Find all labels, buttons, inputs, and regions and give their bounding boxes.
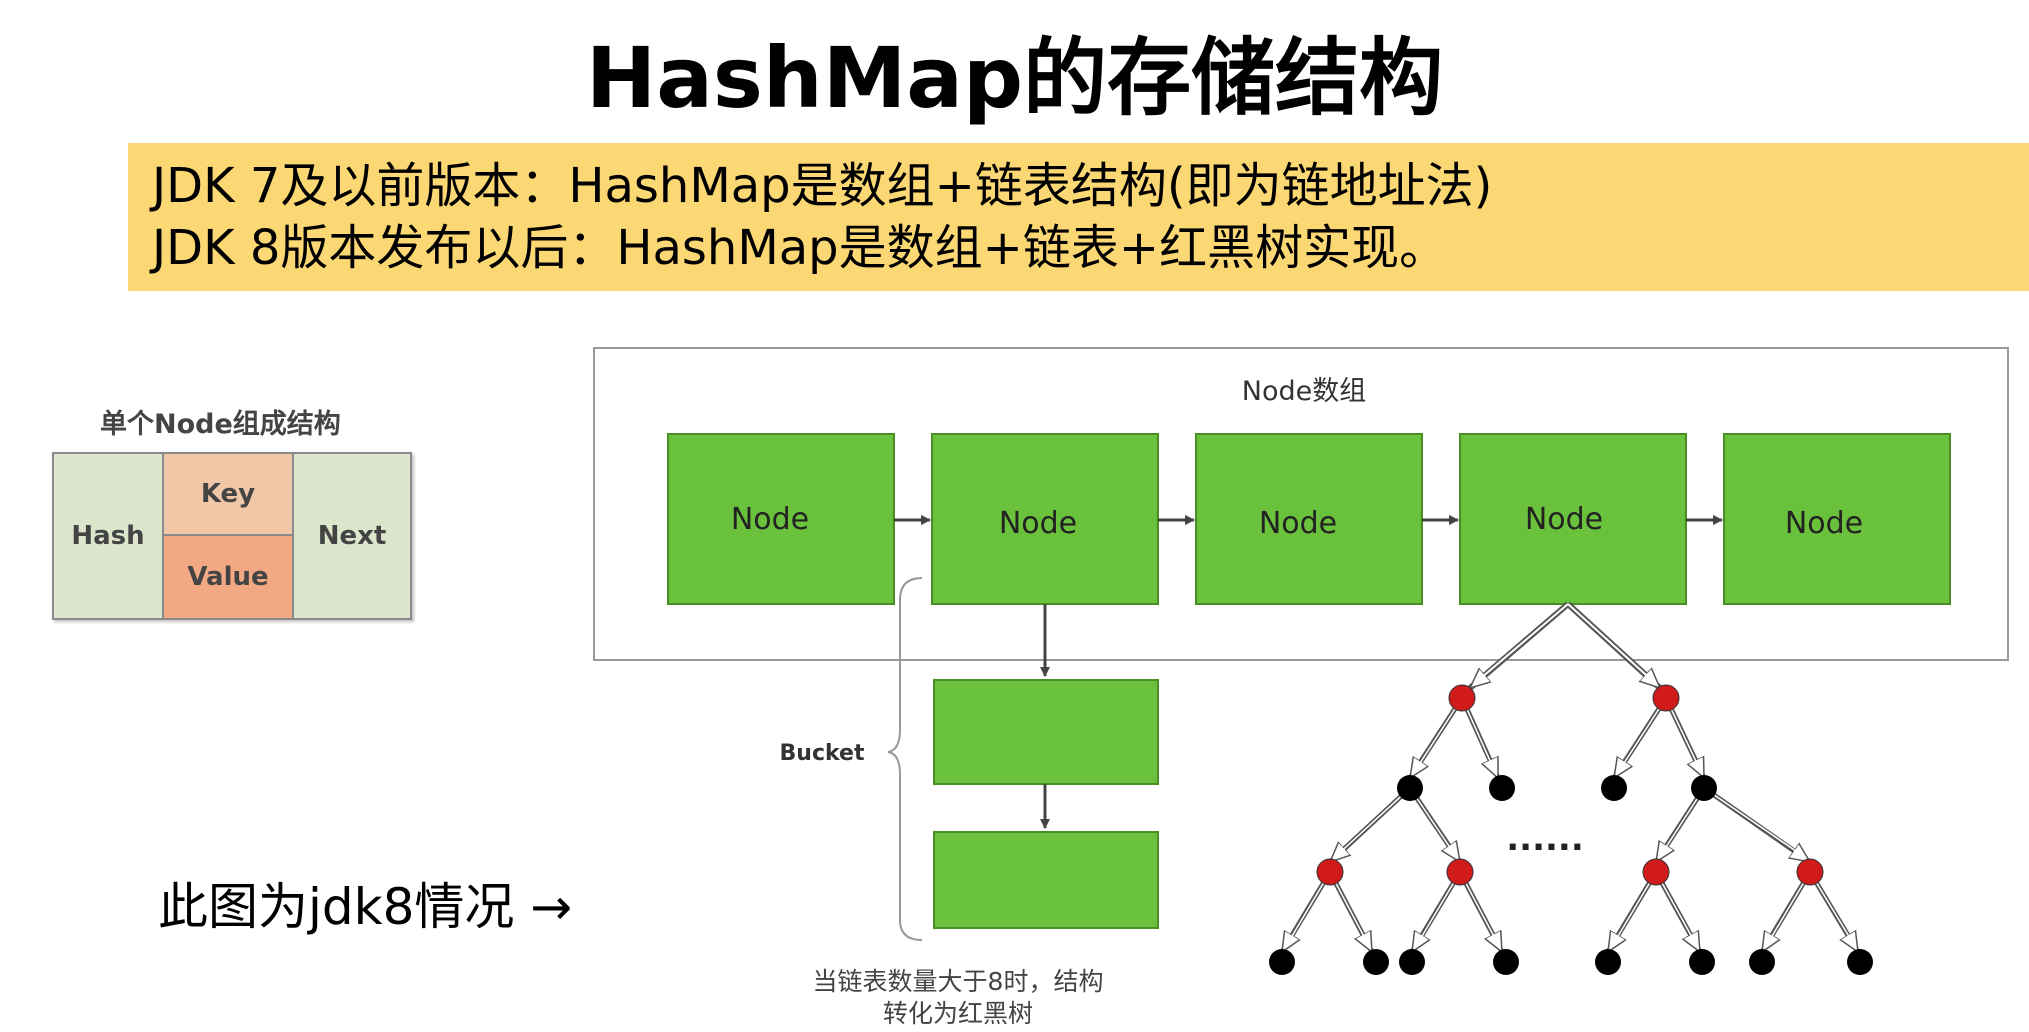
array-node-3: Node (1195, 433, 1423, 605)
hashmap-diagram: Node数组 Node Node Node Node Node Bucket 当… (593, 347, 2009, 1028)
black-node (1397, 775, 1423, 801)
array-node-5: Node (1723, 433, 1951, 605)
black-node (1489, 775, 1515, 801)
black-node (1595, 949, 1621, 975)
node-array-label: Node数组 (1242, 376, 1366, 407)
black-node (1399, 949, 1425, 975)
array-node-1-label: Node (731, 502, 809, 537)
array-node-3-label: Node (1259, 506, 1337, 541)
black-node (1689, 949, 1715, 975)
caption-line-1: 当链表数量大于8时，结构 (813, 967, 1104, 996)
black-node (1847, 949, 1873, 975)
red-node (1448, 684, 1476, 712)
red-node (1652, 684, 1680, 712)
array-node-5-label: Node (1785, 506, 1863, 541)
array-node-1: Node (667, 433, 895, 605)
black-node (1601, 775, 1627, 801)
bucket-label: Bucket (780, 741, 865, 766)
bucket-node-2 (933, 831, 1159, 929)
array-node-2: Node (931, 433, 1159, 605)
black-node (1269, 949, 1295, 975)
tree-ellipsis: ...... (1506, 819, 1584, 859)
black-node (1363, 949, 1389, 975)
black-node (1691, 775, 1717, 801)
red-node (1446, 858, 1474, 886)
red-node (1796, 858, 1824, 886)
array-node-2-label: Node (999, 506, 1077, 541)
caption-line-2: 转化为红黑树 (883, 999, 1033, 1028)
black-node (1493, 949, 1519, 975)
black-node (1749, 949, 1775, 975)
bucket-node-1 (933, 679, 1159, 785)
array-node-4-label: Node (1525, 502, 1603, 537)
red-node (1642, 858, 1670, 886)
red-node (1316, 858, 1344, 886)
array-node-4: Node (1459, 433, 1687, 605)
